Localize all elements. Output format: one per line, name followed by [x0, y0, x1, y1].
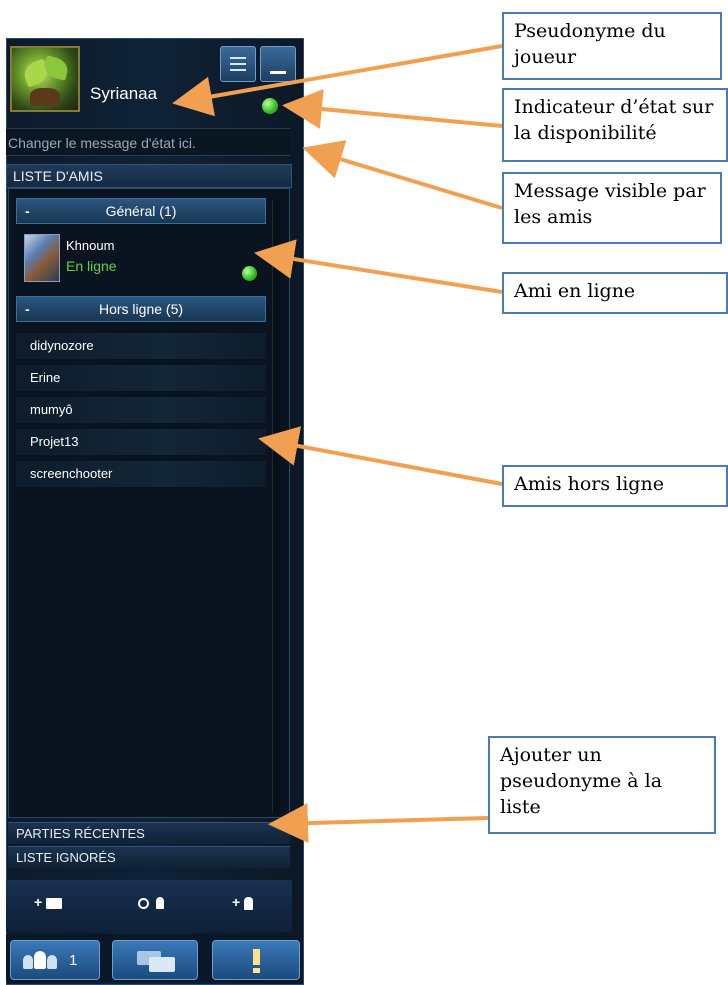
callout-status-message: Message visible par les amis: [502, 172, 722, 244]
callout-add-friend: Ajouter un pseudonyme à la liste: [488, 736, 716, 834]
arrow-to-status-dot: [282, 89, 503, 129]
arrow-to-add-friend: [268, 803, 489, 844]
arrow-to-offline-friends: [258, 426, 503, 486]
arrow-to-username: [172, 44, 503, 117]
arrow-to-status-message: [302, 140, 503, 210]
callout-online-friend: Ami en ligne: [502, 272, 728, 314]
callout-username: Pseudonyme du joueur: [502, 12, 722, 80]
callout-availability: Indicateur d’état sur la disponibilité: [502, 88, 728, 162]
arrow-to-online-friend: [254, 239, 503, 294]
callout-offline-friends: Amis hors ligne: [502, 465, 728, 507]
